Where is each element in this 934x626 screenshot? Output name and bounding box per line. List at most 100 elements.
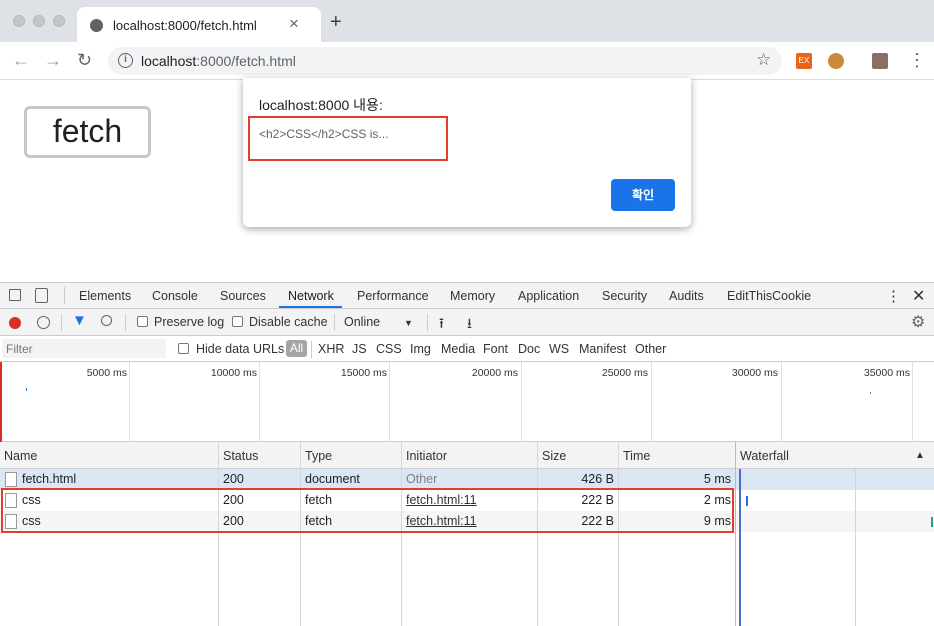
sort-triangle-icon[interactable]: ▲ bbox=[915, 450, 925, 461]
address-bar[interactable]: i localhost:8000/fetch.html ☆ bbox=[108, 47, 782, 75]
active-tab-indicator bbox=[279, 306, 342, 308]
device-toolbar-icon[interactable] bbox=[35, 288, 48, 303]
disable-cache-label: Disable cache bbox=[249, 315, 328, 329]
type-filter-font[interactable]: Font bbox=[483, 342, 508, 356]
hide-data-urls-checkbox[interactable] bbox=[178, 343, 189, 354]
column-header-type[interactable]: Type bbox=[305, 449, 332, 463]
separator bbox=[427, 314, 428, 331]
column-header-size[interactable]: Size bbox=[542, 449, 566, 463]
clear-icon[interactable] bbox=[37, 316, 50, 329]
timeline-bar bbox=[870, 392, 871, 394]
url-text: localhost:8000/fetch.html bbox=[141, 53, 296, 69]
type-filter-other[interactable]: Other bbox=[635, 342, 666, 356]
document-icon bbox=[5, 472, 17, 487]
close-window-button[interactable] bbox=[13, 15, 25, 27]
export-har-icon[interactable]: ⭳ bbox=[467, 313, 472, 337]
type-filter-img[interactable]: Img bbox=[410, 342, 431, 356]
import-har-icon[interactable]: ⭱ bbox=[439, 313, 444, 337]
tab-elements[interactable]: Elements bbox=[79, 289, 131, 303]
column-header-time[interactable]: Time bbox=[623, 449, 650, 463]
waterfall-dom-line bbox=[739, 469, 741, 626]
filter-funnel-icon[interactable]: ▼ bbox=[72, 312, 87, 329]
info-icon[interactable]: i bbox=[118, 53, 133, 68]
tab-network[interactable]: Network bbox=[288, 289, 334, 303]
profile-avatar[interactable] bbox=[872, 53, 888, 69]
inspect-element-icon[interactable] bbox=[9, 289, 21, 301]
network-overview[interactable]: 5000 ms 10000 ms 15000 ms 20000 ms 25000… bbox=[0, 362, 934, 442]
search-icon[interactable] bbox=[101, 315, 112, 326]
type-filter-doc[interactable]: Doc bbox=[518, 342, 540, 356]
type-filter-xhr[interactable]: XHR bbox=[318, 342, 344, 356]
timeline-label: 25000 ms bbox=[601, 367, 648, 379]
column-divider bbox=[537, 442, 538, 626]
column-header-status[interactable]: Status bbox=[223, 449, 258, 463]
tab-sources[interactable]: Sources bbox=[220, 289, 266, 303]
minimize-window-button[interactable] bbox=[33, 15, 45, 27]
waterfall-gridline bbox=[855, 469, 856, 626]
column-divider bbox=[618, 442, 619, 626]
extension-ex-icon[interactable]: EX bbox=[796, 53, 812, 69]
settings-gear-icon[interactable]: ⚙ bbox=[911, 312, 925, 332]
network-toolbar: ▼ Preserve log Disable cache Online ▼ ⭱ … bbox=[0, 309, 934, 336]
type-filter-manifest[interactable]: Manifest bbox=[579, 342, 626, 356]
tab-performance[interactable]: Performance bbox=[357, 289, 429, 303]
filter-input[interactable] bbox=[2, 339, 166, 358]
table-header: Name Status Type Initiator Size Time Wat… bbox=[0, 442, 934, 469]
reload-button[interactable]: ↻ bbox=[77, 50, 92, 70]
dialog-heading: localhost:8000 내용: bbox=[259, 97, 383, 113]
record-icon[interactable] bbox=[9, 317, 21, 329]
tab-audits[interactable]: Audits bbox=[669, 289, 704, 303]
timeline-gridline bbox=[912, 362, 913, 442]
separator bbox=[64, 287, 65, 304]
separator bbox=[125, 314, 126, 331]
url-path: :8000/fetch.html bbox=[196, 53, 296, 69]
tab-editthiscookie[interactable]: EditThisCookie bbox=[727, 289, 811, 303]
throttle-select[interactable]: Online bbox=[344, 315, 380, 329]
browser-tab[interactable]: localhost:8000/fetch.html × bbox=[77, 7, 321, 42]
forward-button[interactable]: → bbox=[44, 50, 62, 70]
menu-icon[interactable]: ⋮ bbox=[908, 50, 926, 70]
type-filter-js[interactable]: JS bbox=[352, 342, 367, 356]
disable-cache-checkbox[interactable] bbox=[232, 316, 243, 327]
timeline-gridline bbox=[389, 362, 390, 442]
type-filter-media[interactable]: Media bbox=[441, 342, 475, 356]
type-filter-css[interactable]: CSS bbox=[376, 342, 402, 356]
table-row[interactable]: fetch.html 200 document Other 426 B 5 ms bbox=[0, 469, 934, 490]
type-filter-all[interactable]: All bbox=[286, 340, 307, 357]
fetch-button[interactable]: fetch bbox=[24, 106, 151, 158]
dialog-message: <h2>CSS</h2>CSS is... bbox=[259, 127, 389, 141]
cookie-extension-icon[interactable] bbox=[828, 53, 844, 69]
separator bbox=[334, 314, 335, 331]
row-status: 200 bbox=[223, 472, 244, 486]
chevron-down-icon[interactable]: ▼ bbox=[404, 318, 413, 328]
network-request-table: Name Status Type Initiator Size Time Wat… bbox=[0, 442, 934, 626]
devtools-menu-icon[interactable]: ⋮ bbox=[886, 287, 901, 305]
ok-button[interactable]: 확인 bbox=[611, 179, 675, 211]
row-name: fetch.html bbox=[22, 472, 77, 486]
timeline-label: 20000 ms bbox=[471, 367, 518, 379]
column-header-name[interactable]: Name bbox=[4, 449, 37, 463]
tab-security[interactable]: Security bbox=[602, 289, 647, 303]
timeline-label: 35000 ms bbox=[863, 367, 910, 379]
tab-strip: localhost:8000/fetch.html × + bbox=[0, 0, 934, 42]
column-header-waterfall[interactable]: Waterfall bbox=[740, 449, 789, 463]
column-header-initiator[interactable]: Initiator bbox=[406, 449, 447, 463]
tab-memory[interactable]: Memory bbox=[450, 289, 495, 303]
devtools-close-icon[interactable]: ✕ bbox=[912, 286, 925, 306]
tab-console[interactable]: Console bbox=[152, 289, 198, 303]
bookmark-star-icon[interactable]: ☆ bbox=[756, 50, 771, 70]
back-button[interactable]: ← bbox=[12, 50, 30, 70]
timeline-gridline bbox=[521, 362, 522, 442]
browser-toolbar: ← → ↻ i localhost:8000/fetch.html ☆ EX ⋮ bbox=[0, 42, 934, 80]
timeline-gridline bbox=[651, 362, 652, 442]
row-time: 5 ms bbox=[703, 472, 731, 486]
new-tab-button[interactable]: + bbox=[330, 12, 342, 32]
tab-close-icon[interactable]: × bbox=[289, 14, 299, 34]
preserve-log-checkbox[interactable] bbox=[137, 316, 148, 327]
zoom-window-button[interactable] bbox=[53, 15, 65, 27]
devtools-panel: Elements Console Sources Network Perform… bbox=[0, 282, 934, 626]
hide-data-urls-label: Hide data URLs bbox=[196, 342, 285, 356]
type-filter-ws[interactable]: WS bbox=[549, 342, 569, 356]
timeline-bar bbox=[26, 388, 27, 391]
tab-application[interactable]: Application bbox=[518, 289, 579, 303]
